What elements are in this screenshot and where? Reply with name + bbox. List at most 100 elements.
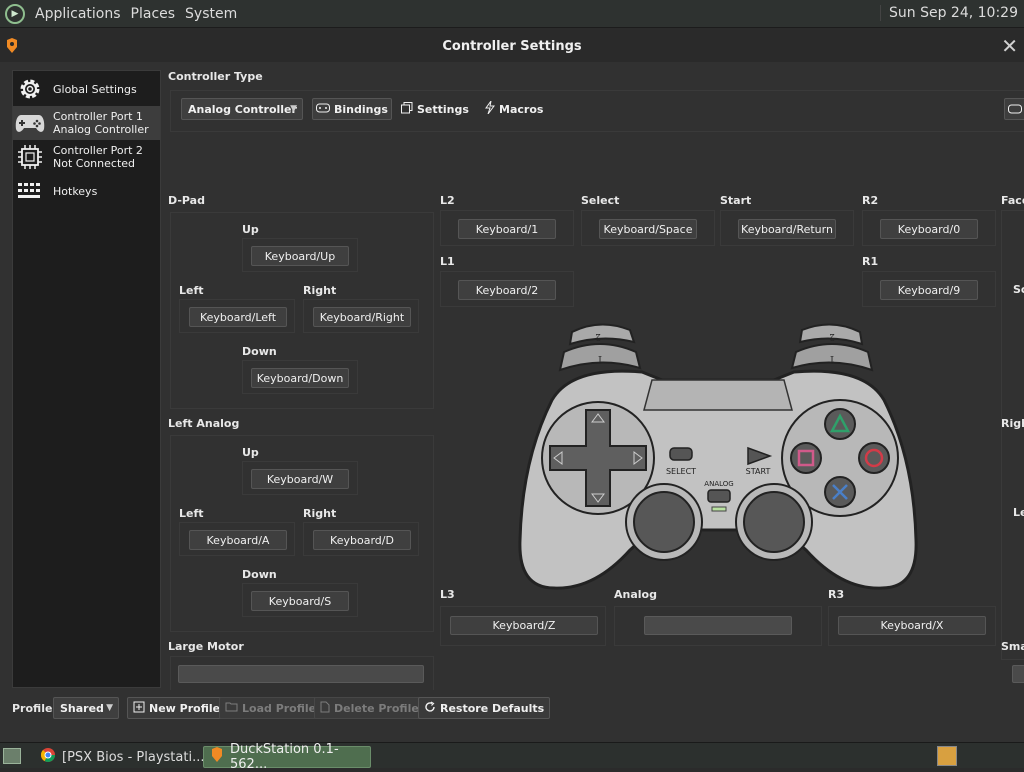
gamepad-icon [13, 108, 47, 138]
taskbar-item-label: [PSX Bios - Playstati... [62, 749, 205, 765]
dpad-right-label: Right [303, 284, 337, 297]
keyboard-icon [13, 176, 47, 206]
r2-pad-label: 2 [829, 331, 835, 341]
delete-profile-button[interactable]: Delete Profile [314, 697, 425, 719]
start-label: Start [720, 194, 752, 207]
chip-icon [13, 142, 47, 172]
r2-label: R2 [862, 194, 879, 207]
chrome-icon [40, 747, 56, 767]
left-analog-down-binding-button[interactable]: Keyboard/S [251, 591, 349, 611]
r3-label: R3 [828, 588, 845, 601]
right-stick [743, 491, 805, 553]
analog-label: Analog [614, 588, 657, 601]
analog-led [711, 506, 727, 512]
r2-binding-button[interactable]: Keyboard/0 [880, 219, 978, 239]
dpad-up-label: Up [242, 223, 259, 236]
controller-type-select[interactable]: Analog Controller ▼ [181, 98, 303, 120]
shoulder-buttons [558, 323, 874, 372]
profile-label: Profile: [12, 702, 57, 715]
left-analog-up-label: Up [242, 446, 259, 459]
start-pad-label: START [746, 467, 771, 476]
taskbar: [PSX Bios - Playstati... DuckStation 0.1… [0, 742, 1024, 772]
show-desktop-icon[interactable] [3, 748, 21, 764]
l2-label: L2 [440, 194, 455, 207]
small-motor-label: Sma [1001, 640, 1024, 653]
sidebar-item-sublabel: Analog Controller [53, 123, 149, 136]
select-binding-button[interactable]: Keyboard/Space [599, 219, 697, 239]
r1-pad-label: 1 [829, 353, 835, 363]
dpad-right-binding-button[interactable]: Keyboard/Right [313, 307, 411, 327]
load-profile-button[interactable]: Load Profile [219, 697, 323, 719]
profile-footer: Profile: Shared ▼ New Profile Load Profi… [0, 694, 1024, 726]
right-analog-label: Righ [1001, 417, 1024, 430]
r3-binding-button[interactable]: Keyboard/X [838, 616, 986, 635]
menu-places[interactable]: Places [127, 6, 180, 22]
tab-bindings[interactable]: Bindings [312, 98, 392, 120]
title-bar[interactable]: Controller Settings ✕ [0, 30, 1024, 62]
taskbar-item-browser[interactable]: [PSX Bios - Playstati... [34, 746, 210, 768]
l2-pad-label: 2 [595, 331, 601, 341]
l2-binding-button[interactable]: Keyboard/1 [458, 219, 556, 239]
gear-icon [13, 74, 47, 104]
new-profile-button[interactable]: New Profile [127, 697, 227, 719]
controller-type-label: Controller Type [168, 70, 263, 83]
start-binding-button[interactable]: Keyboard/Return [738, 219, 836, 239]
large-motor-binding-button[interactable] [178, 665, 424, 683]
left-analog-left-binding-button[interactable]: Keyboard/A [189, 530, 287, 550]
dpad-label: D-Pad [168, 194, 205, 207]
analog-pad-label: ANALOG [704, 480, 733, 488]
close-icon[interactable]: ✕ [1001, 34, 1018, 58]
tab-label: Settings [417, 102, 469, 116]
left-analog-down-label: Down [242, 568, 277, 581]
dpad-down-binding-button[interactable]: Keyboard/Down [251, 368, 349, 388]
menu-system[interactable]: System [181, 6, 241, 22]
left-analog-right-label: Right [303, 507, 337, 520]
tab-label: Macros [499, 102, 544, 116]
sidebar-item-label: Hotkeys [53, 184, 98, 198]
dpad-up-binding-button[interactable]: Keyboard/Up [251, 246, 349, 266]
face-buttons-box [1001, 210, 1024, 660]
select-label: Select [581, 194, 620, 207]
r1-binding-button[interactable]: Keyboard/9 [880, 280, 978, 300]
square-label-partial: Sc [1013, 283, 1024, 296]
l3-binding-button[interactable]: Keyboard/Z [450, 616, 598, 635]
sidebar-item-global-settings[interactable]: Global Settings [13, 72, 160, 106]
gamepad-icon [316, 103, 330, 116]
tab-label: Bindings [334, 102, 388, 116]
distro-logo-icon[interactable]: ▶ [5, 3, 25, 24]
sidebar-item-controller-port-1[interactable]: Controller Port 1 Analog Controller [13, 106, 160, 140]
large-motor-label: Large Motor [168, 640, 244, 653]
left-analog-label: Left Analog [168, 417, 240, 430]
profile-value: Shared [60, 701, 104, 715]
clock[interactable]: Sun Sep 24, 10:29 [880, 5, 1018, 21]
window-icon [401, 101, 413, 117]
dpad-down-label: Down [242, 345, 277, 358]
sidebar-item-controller-port-2[interactable]: Controller Port 2 Not Connected [13, 140, 160, 174]
menu-applications[interactable]: Applications [31, 6, 125, 22]
left-analog-left-label: Left [179, 507, 204, 520]
automatic-mapping-icon[interactable] [1004, 98, 1024, 120]
window-title: Controller Settings [442, 39, 582, 54]
tab-macros[interactable]: Macros [482, 98, 546, 120]
left-analog-up-binding-button[interactable]: Keyboard/W [251, 469, 349, 489]
analog-pad-button [707, 489, 731, 503]
left-analog-right-binding-button[interactable]: Keyboard/D [313, 530, 411, 550]
settings-sidebar: Global Settings Controller Port 1 Analog… [12, 70, 161, 688]
profile-select[interactable]: Shared ▼ [53, 697, 119, 719]
small-motor-binding-button[interactable] [1012, 665, 1024, 683]
sidebar-item-hotkeys[interactable]: Hotkeys [13, 174, 160, 208]
dpad-left-binding-button[interactable]: Keyboard/Left [189, 307, 287, 327]
folder-icon [225, 701, 238, 715]
analog-binding-button[interactable] [644, 616, 792, 635]
tray-duckstation-icon[interactable] [937, 746, 957, 766]
button-label: Restore Defaults [440, 701, 545, 715]
tab-settings[interactable]: Settings [398, 98, 472, 120]
l1-binding-button[interactable]: Keyboard/2 [458, 280, 556, 300]
bindings-panel: Controller Type Analog Controller ▼ Bind… [162, 70, 1024, 690]
left-stick [633, 491, 695, 553]
l3-label: L3 [440, 588, 455, 601]
sidebar-item-label: Controller Port 1 [53, 110, 143, 123]
restore-defaults-button[interactable]: Restore Defaults [418, 697, 551, 719]
button-label: New Profile [149, 701, 221, 715]
taskbar-item-duckstation[interactable]: DuckStation 0.1-562... [203, 742, 371, 772]
